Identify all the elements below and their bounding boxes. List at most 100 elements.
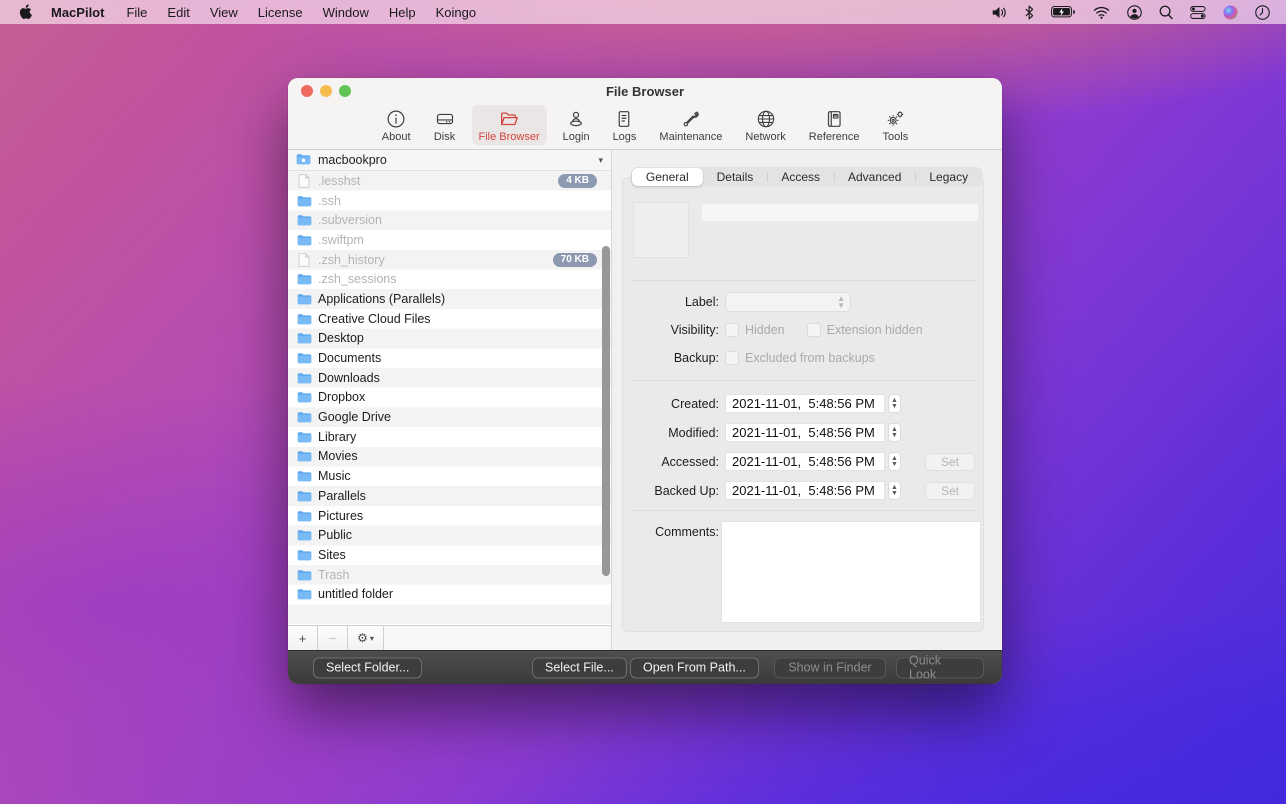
folder-icon [296,431,312,443]
battery-icon[interactable] [1051,6,1076,18]
add-button[interactable]: + [288,626,318,650]
menu-item[interactable]: File [116,5,157,20]
file-name: Parallels [318,489,597,503]
open-from-path-button[interactable]: Open From Path... [630,657,759,678]
toolbar-item-maintenance[interactable]: Maintenance [652,105,729,145]
file-name: Google Drive [318,410,597,424]
tab-general[interactable]: General [632,168,703,186]
list-item[interactable]: Movies [288,447,611,467]
siri-icon[interactable] [1223,5,1238,20]
select-folder-button[interactable]: Select Folder... [313,657,422,678]
menu-item[interactable]: Edit [157,5,199,20]
bluetooth-icon[interactable] [1025,5,1034,20]
file-name: .zsh_sessions [318,272,597,286]
set-accessed-button[interactable]: Set [925,453,975,471]
menu-item[interactable]: Window [313,5,379,20]
user-account-icon[interactable] [1127,5,1142,20]
toolbar-item-about[interactable]: About [375,105,418,145]
list-item[interactable]: Library [288,427,611,447]
item-name-field[interactable] [701,203,979,222]
select-file-button[interactable]: Select File... [532,657,627,678]
toolbar-item-login[interactable]: Login [556,105,597,145]
menu-item[interactable]: Koingo [426,5,486,20]
apple-menu-icon[interactable] [11,4,41,20]
list-item[interactable]: .ssh [288,191,611,211]
accessed-date-field[interactable]: 2021-11-01, 5:48:56 PM [725,452,885,471]
list-item[interactable]: Google Drive [288,407,611,427]
quick-look-button[interactable]: Quick Look [896,657,984,678]
minimize-window-button[interactable] [320,85,332,97]
list-item[interactable]: Pictures [288,506,611,526]
excluded-from-backups-checkbox[interactable] [725,351,739,365]
show-in-finder-button[interactable]: Show in Finder [774,657,886,678]
list-item[interactable]: Desktop [288,329,611,349]
toolbar-item-reference[interactable]: Reference [802,105,867,145]
created-stepper[interactable]: ▲▼ [888,394,901,413]
toolbar-item-network[interactable]: Network [738,105,792,145]
backed-up-date-field[interactable]: 2021-11-01, 5:48:56 PM [725,481,885,500]
globe-icon [755,108,777,130]
list-item[interactable]: Parallels [288,486,611,506]
list-item[interactable]: Dropbox [288,388,611,408]
toolbar-item-logs[interactable]: Logs [606,105,644,145]
list-item[interactable]: Trash [288,565,611,585]
control-center-icon[interactable] [1190,6,1206,19]
list-item[interactable]: Creative Cloud Files [288,309,611,329]
list-item[interactable]: .subversion [288,210,611,230]
close-window-button[interactable] [301,85,313,97]
hidden-checkbox[interactable] [725,323,739,337]
folder-icon [296,549,312,561]
modified-caption: Modified: [623,426,719,440]
list-item[interactable]: untitled folder [288,584,611,604]
list-item[interactable]: .zsh_history 70 KB [288,250,611,270]
remove-button[interactable]: − [318,626,348,650]
list-item[interactable]: Music [288,466,611,486]
search-icon[interactable] [1159,5,1173,20]
list-item[interactable]: Downloads [288,368,611,388]
created-date-field[interactable]: 2021-11-01, 5:48:56 PM [725,394,885,413]
toolbar-item-tools[interactable]: Tools [876,105,916,145]
menu-item[interactable]: MacPilot [41,5,116,20]
zoom-window-button[interactable] [339,85,351,97]
list-item[interactable]: .zsh_sessions [288,269,611,289]
tab-details[interactable]: Details [703,168,768,186]
window-toolbar: About Disk File Browser Login Logs Maint… [288,104,1002,150]
tab-access[interactable]: Access [767,168,834,186]
file-name: .subversion [318,213,597,227]
clock-icon[interactable] [1255,5,1270,20]
list-item[interactable]: Public [288,525,611,545]
tab-legacy[interactable]: Legacy [915,168,982,186]
scrollbar-thumb[interactable] [602,246,610,576]
modified-stepper[interactable]: ▲▼ [888,423,901,442]
menu-item[interactable]: License [248,5,313,20]
wifi-icon[interactable] [1093,6,1110,19]
folder-icon [296,372,312,384]
list-item[interactable]: .lesshst 4 KB [288,171,611,191]
volume-selector[interactable]: macbookpro ▾ [288,150,611,171]
extension-hidden-checkbox[interactable] [807,323,821,337]
accessed-stepper[interactable]: ▲▼ [888,452,901,471]
list-item[interactable]: Documents [288,348,611,368]
tab-advanced[interactable]: Advanced [834,168,915,186]
toolbar-item-file-browser[interactable]: File Browser [472,105,547,145]
menu-item[interactable]: Help [379,5,426,20]
set-backed-up-button[interactable]: Set [925,482,975,500]
inspector-pane: General Details Access Advanced Legacy L… [612,150,1002,650]
toolbar-item-disk[interactable]: Disk [427,105,463,145]
title-bar[interactable]: File Browser [288,78,1002,104]
general-group-box: Label: ▲▼ Visibility: Hidden Extension h… [622,177,984,632]
label-popup[interactable]: ▲▼ [725,292,851,312]
menu-bar: MacPilotFileEditViewLicenseWindowHelpKoi… [0,0,1286,24]
list-item[interactable]: .swiftpm [288,230,611,250]
menu-item[interactable]: View [200,5,248,20]
modified-date-field[interactable]: 2021-11-01, 5:48:56 PM [725,423,885,442]
home-folder-icon [296,153,311,168]
gears-icon [884,108,906,130]
action-menu-button[interactable]: ⚙︎▾ [348,626,384,650]
list-item[interactable]: Sites [288,545,611,565]
backed-up-stepper[interactable]: ▲▼ [888,481,901,500]
file-name: Pictures [318,509,597,523]
comments-textarea[interactable] [721,521,981,623]
volume-icon[interactable] [991,6,1008,19]
list-item[interactable]: Applications (Parallels) [288,289,611,309]
